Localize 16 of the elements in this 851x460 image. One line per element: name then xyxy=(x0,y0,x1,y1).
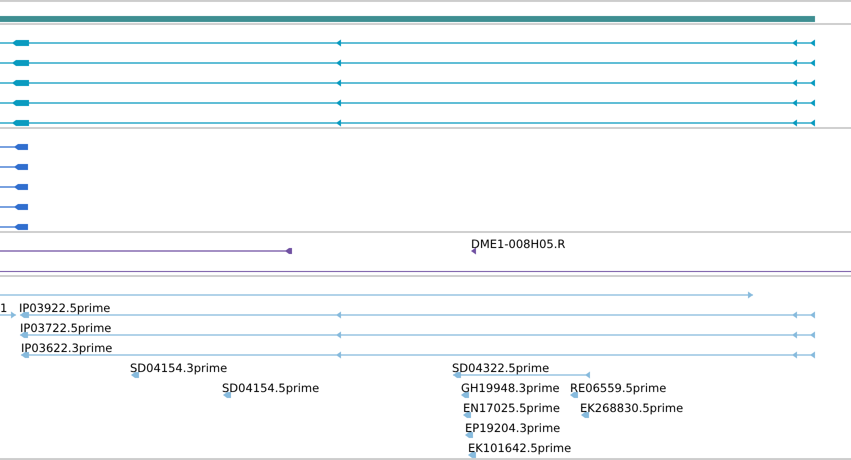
feature-label: EP19204.3prime xyxy=(465,421,560,435)
feature-label: EN17025.5prime xyxy=(463,401,560,415)
feature-label: IP03922.5prime xyxy=(19,301,110,315)
feature-label: EK101642.5prime xyxy=(468,441,572,455)
feature-glyph[interactable] xyxy=(0,248,292,254)
feature-label: SD04154.5prime xyxy=(222,381,320,395)
feature-label: EK268830.5prime xyxy=(580,401,684,415)
feature-label: IP03622.3prime xyxy=(21,341,112,355)
feature-label: DME1-008H05.R xyxy=(471,237,566,251)
feature-label: SD04322.5prime xyxy=(452,361,550,375)
feature-label: IP03722.5prime xyxy=(20,321,112,335)
feature-label: 1 xyxy=(0,301,8,315)
feature-label: GH19948.3prime xyxy=(461,381,560,395)
feature-glyph[interactable] xyxy=(471,248,476,254)
feature-label: SD04154.3prime xyxy=(130,361,228,375)
feature-label: RE06559.5prime xyxy=(570,381,666,395)
